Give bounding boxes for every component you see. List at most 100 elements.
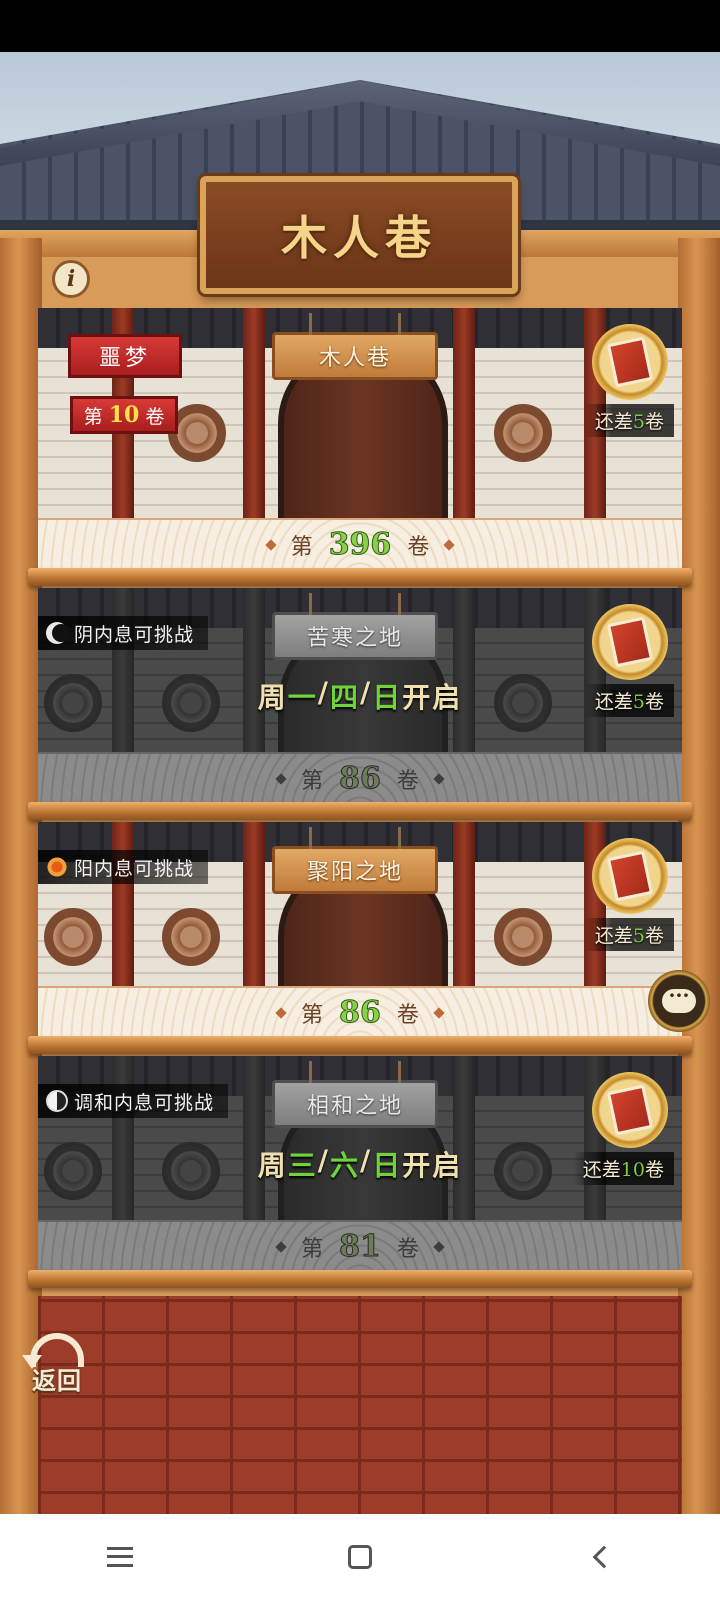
diamond-ornament-icon [433,772,445,785]
floor-suffix: 卷 [396,1237,419,1262]
open-days-day: 一 [287,681,318,714]
title-board: 木人巷 [200,176,518,294]
reward-remaining: 还差5卷 [584,918,674,951]
reward-book-icon[interactable] [592,324,668,400]
reward-book-icon[interactable] [592,604,668,680]
open-days-part: 开启 [402,681,463,714]
open-days-part: 开启 [402,1149,463,1182]
sun-icon [46,856,68,878]
system-nav-bar [0,1514,720,1600]
floor-label: 第 86 卷 [38,761,682,797]
floor-number: 396 [328,527,392,563]
book-icon [606,616,654,668]
floor-label: 第 86 卷 [38,995,682,1031]
reward-book-icon[interactable] [592,838,668,914]
reward-remaining: 还差10卷 [572,1152,674,1185]
diamond-ornament-icon [275,772,287,785]
tag-yang-challenge: 阳内息可挑战 [38,850,209,884]
home-icon[interactable] [320,1527,400,1587]
open-days-part: 周 [257,681,288,714]
return-arrow-icon [22,1333,84,1369]
floor-number: 81 [339,1229,382,1265]
open-days-day: 日 [372,1149,403,1182]
reward-prefix: 还差 [582,1159,621,1181]
diamond-ornament-icon [433,1240,445,1253]
info-icon[interactable]: i [52,260,90,298]
home-square [348,1545,372,1569]
floor-prefix: 第 [301,1237,324,1262]
nightmare-level-number: 10 [108,402,140,428]
open-days-day: 四 [329,681,360,714]
reward-suffix: 卷 [644,691,664,713]
reward-book-icon[interactable] [592,1072,668,1148]
tag-label: 阴内息可挑战 [74,623,195,646]
floor-suffix: 卷 [407,535,430,560]
tag-yin-challenge: 阴内息可挑战 [38,616,209,650]
diamond-ornament-icon [275,1006,287,1019]
level-plaque: 相和之地 [272,1061,438,1128]
level-card-4[interactable]: 调和内息可挑战 相和之地 周 三 / 六 / 日 开启 还差10卷 第 81 卷 [38,1056,682,1270]
reward-count: 5 [632,925,645,947]
moon-icon [46,622,70,644]
page-title: 木人巷 [281,211,437,265]
floor-number: 86 [339,761,382,797]
chat-bubble-shape [662,983,696,1013]
nightmare-level-badge: 第 10 卷 [70,396,178,434]
reward-suffix: 卷 [644,1159,664,1181]
level-card-3[interactable]: 阳内息可挑战 聚阳之地 还差5卷 第 86 卷 [38,822,682,1036]
menu-icon[interactable] [80,1527,160,1587]
shelf-divider [28,802,692,820]
floor-prefix: 第 [301,1003,324,1028]
floor-label: 第 81 卷 [38,1229,682,1265]
back-button[interactable]: 返回 [18,1318,96,1396]
reward-remaining: 还差5卷 [584,684,674,717]
book-icon [606,1084,654,1136]
level-card-1[interactable]: 木人巷 噩梦 第 10 卷 还差5卷 第 396 卷 [38,308,682,568]
diamond-ornament-icon [275,1240,287,1253]
open-days-part: 周 [257,1149,288,1182]
round-window [44,908,102,966]
floor-suffix: 卷 [396,769,419,794]
floor-prefix: 第 [290,535,313,560]
diamond-ornament-icon [433,1006,445,1019]
book-icon [606,336,654,388]
nightmare-level-suffix: 卷 [145,405,165,428]
reward-count: 5 [632,691,645,713]
nightmare-badge[interactable]: 噩梦 [68,334,182,378]
floor-number: 86 [339,995,382,1031]
round-window [494,908,552,966]
game-scene: 木人巷 i 木人巷 噩梦 第 10 卷 还差5卷 第 396 卷 阴内息可挑战 … [0,52,720,1514]
nightmare-level-prefix: 第 [83,405,103,428]
status-bar [0,0,720,52]
back-chevron [592,1545,616,1569]
open-days-day: 三 [287,1149,318,1182]
round-window [494,404,552,462]
level-plaque: 木人巷 [272,313,438,380]
brick-wall [38,1296,682,1514]
open-days-sep: / [317,1144,330,1177]
tag-label: 阳内息可挑战 [74,857,195,880]
diamond-ornament-icon [443,538,455,551]
floor-prefix: 第 [301,769,324,794]
shelf-divider [28,568,692,586]
shelf-divider [28,1036,692,1054]
diamond-ornament-icon [265,538,277,551]
reward-count: 5 [632,411,645,433]
reward-prefix: 还差 [594,925,633,947]
reward-suffix: 卷 [644,925,664,947]
book-icon [606,850,654,902]
floor-suffix: 卷 [396,1003,419,1028]
level-plaque: 聚阳之地 [272,827,438,894]
chat-bubble-icon[interactable] [648,970,710,1032]
yin-yang-icon [46,1090,68,1112]
tag-label: 调和内息可挑战 [74,1091,215,1114]
open-days-sep: / [360,676,373,709]
frame-right-pillar [678,238,720,1514]
reward-suffix: 卷 [644,411,664,433]
level-card-2[interactable]: 阴内息可挑战 苦寒之地 周 一 / 四 / 日 开启 还差5卷 第 86 卷 [38,588,682,802]
floor-label: 第 396 卷 [38,527,682,563]
menu-lines [107,1547,133,1567]
back-chevron-icon[interactable] [560,1527,640,1587]
tag-balance-challenge: 调和内息可挑战 [38,1084,229,1118]
reward-prefix: 还差 [594,411,633,433]
